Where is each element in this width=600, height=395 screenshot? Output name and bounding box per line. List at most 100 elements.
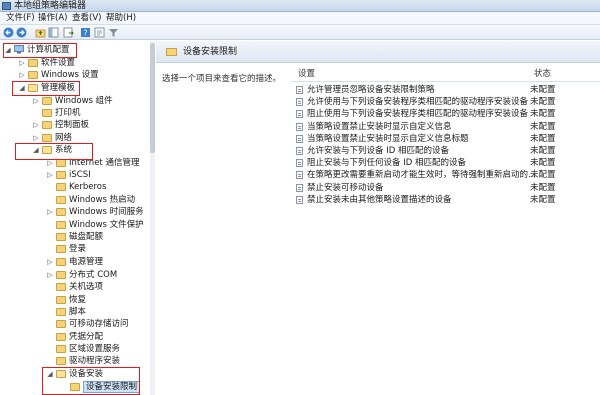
up-folder-icon[interactable] [35,27,46,38]
tree-item-label: 控制面板 [55,120,90,130]
tree-item-label: 关机选项 [69,282,104,292]
policy-setting-icon [296,183,303,192]
column-header-setting[interactable]: 设置 [298,68,315,81]
policy-setting-icon [296,134,303,143]
tree-item-label: 磁盘配额 [69,232,104,242]
properties-icon[interactable] [94,27,105,38]
filter-icon[interactable] [108,27,119,38]
tree-scrollbar[interactable] [150,41,155,395]
forward-icon[interactable] [16,27,27,38]
policy-row[interactable]: 禁止安装未由其他策略设置描述的设备 未配置 [294,194,600,206]
tree-item-label: Windows 组件 [55,96,113,106]
title-bar: 本地组策略编辑器 [0,0,600,12]
policy-row[interactable]: 在策略更改需要重新启动才能生效时，等待强制重新启动的... 未配置 [294,169,600,181]
policy-name: 禁止安装可移动设备 [307,182,384,193]
tree-item-label: 软件设置 [41,58,76,68]
details-title: 设备安装限制 [183,47,238,57]
folder-icon [42,121,52,129]
tree-item-label: 脚本 [69,307,87,317]
folder-icon [166,48,177,56]
folder-icon [56,171,66,179]
svg-text:?: ? [83,29,87,38]
back-icon[interactable] [3,27,14,38]
expand-arrow-icon[interactable]: ▷ [46,269,54,281]
toolbar: ? [0,25,600,40]
policy-setting-icon [296,122,303,131]
policy-row[interactable]: 当策略设置禁止安装时显示自定义信息 未配置 [294,121,600,133]
help-icon[interactable]: ? [80,27,91,38]
policy-row[interactable]: 允许安装与下列设备 ID 相匹配的设备 未配置 [294,145,600,157]
tree-item-label: 打印机 [55,108,81,118]
tree-item-label: 电源管理 [69,257,104,267]
policy-setting-icon [296,195,303,204]
menu-bar: 文件(F) 操作(A) 查看(V) 帮助(H) [0,12,600,25]
scrollbar-thumb[interactable] [150,43,155,153]
policy-state: 未配置 [530,146,556,156]
tree-item-label: 分布式 COM [69,270,118,280]
app-icon [2,2,11,10]
expand-arrow-icon[interactable]: ▷ [18,57,26,69]
policy-setting-icon [296,86,303,94]
expand-arrow-icon[interactable]: ▷ [46,256,54,268]
policy-setting-icon [296,159,303,168]
policy-state: 未配置 [530,85,556,95]
annotation-box-admin-templates [12,81,80,96]
menu-view[interactable]: 查看(V) [72,12,101,25]
description-text: 选择一个项目来查看它的描述。 [162,74,282,84]
tree-item-label: 登录 [69,244,87,254]
tree-item-label: Kerberos [69,182,107,192]
policy-name: 阻止安装与下列任何设备 ID 相匹配的设备 [307,158,466,169]
expand-arrow-icon[interactable]: ▷ [46,169,54,181]
tree-item-label: 凭据分配 [69,332,104,342]
policy-name: 在策略更改需要重新启动才能生效时，等待强制重新启动的... [307,170,537,181]
policy-row[interactable]: 阻止安装与下列任何设备 ID 相匹配的设备 未配置 [294,157,600,169]
window-title: 本地组策略编辑器 [14,1,87,11]
tree-item-label: 恢复 [69,295,87,305]
expand-arrow-icon[interactable]: ▷ [32,95,40,107]
folder-icon [56,283,66,291]
policy-name: 当策略设置禁止安装时显示自定义信息标题 [307,133,469,144]
folder-icon [56,245,66,253]
folder-icon [42,97,52,105]
policy-row[interactable]: 允许使用与下列设备安装程序类相匹配的驱动程序安装设备 未配置 [294,96,600,108]
policy-state: 未配置 [530,109,556,120]
policy-row[interactable]: 阻止使用与下列设备安装程序类相匹配的驱动程序安装设备 未配置 [294,108,600,120]
policy-row[interactable]: 当策略设置禁止安装时显示自定义信息标题 未配置 [294,133,600,145]
annotation-box-device-install [42,367,140,395]
policy-row[interactable]: 允许管理员忽略设备安装限制策略 未配置 [294,84,600,96]
folder-icon [28,71,38,79]
folder-icon [56,233,66,241]
annotation-box-system [15,143,93,160]
folder-icon [56,159,66,167]
policy-state: 未配置 [530,182,556,193]
expand-arrow-icon[interactable]: ▷ [18,69,26,81]
policy-setting-icon [296,98,303,107]
policy-state: 未配置 [530,121,556,132]
column-header-state[interactable]: 状态 [534,68,551,81]
menu-action[interactable]: 操作(A) [38,12,67,25]
policy-name: 允许安装与下列设备 ID 相匹配的设备 [307,146,449,156]
policy-row[interactable]: 禁止安装可移动设备 未配置 [294,182,600,194]
folder-icon [56,296,66,304]
details-header: 设备安装限制 [156,41,600,63]
folder-icon [56,183,66,191]
tree-item-label: 区域设置服务 [69,344,121,354]
menu-help[interactable]: 帮助(H) [106,12,136,25]
policy-setting-icon [296,147,303,155]
tree-item-label: iSCSI [69,170,91,180]
policy-name: 当策略设置禁止安装时显示自定义信息 [307,121,452,132]
details-pane: 设备安装限制 选择一个项目来查看它的描述。 设置 状态 允许管理员忽略设备安装限… [156,41,600,395]
show-hide-tree-icon[interactable] [48,27,59,38]
export-list-icon[interactable] [63,27,74,38]
folder-icon [56,320,66,328]
policy-state: 未配置 [530,158,556,169]
tree-item-label: 驱动程序安装 [69,356,121,366]
column-header-divider [291,81,600,82]
folder-icon [28,59,38,67]
tree-item-label: 可移动存储访问 [69,319,129,329]
expand-arrow-icon[interactable]: ▷ [46,206,54,218]
menu-file[interactable]: 文件(F) [6,12,35,25]
expand-arrow-icon[interactable]: ▷ [32,119,40,131]
tree-item-label: Windows 文件保护 [69,220,144,230]
policy-state: 未配置 [530,97,556,108]
